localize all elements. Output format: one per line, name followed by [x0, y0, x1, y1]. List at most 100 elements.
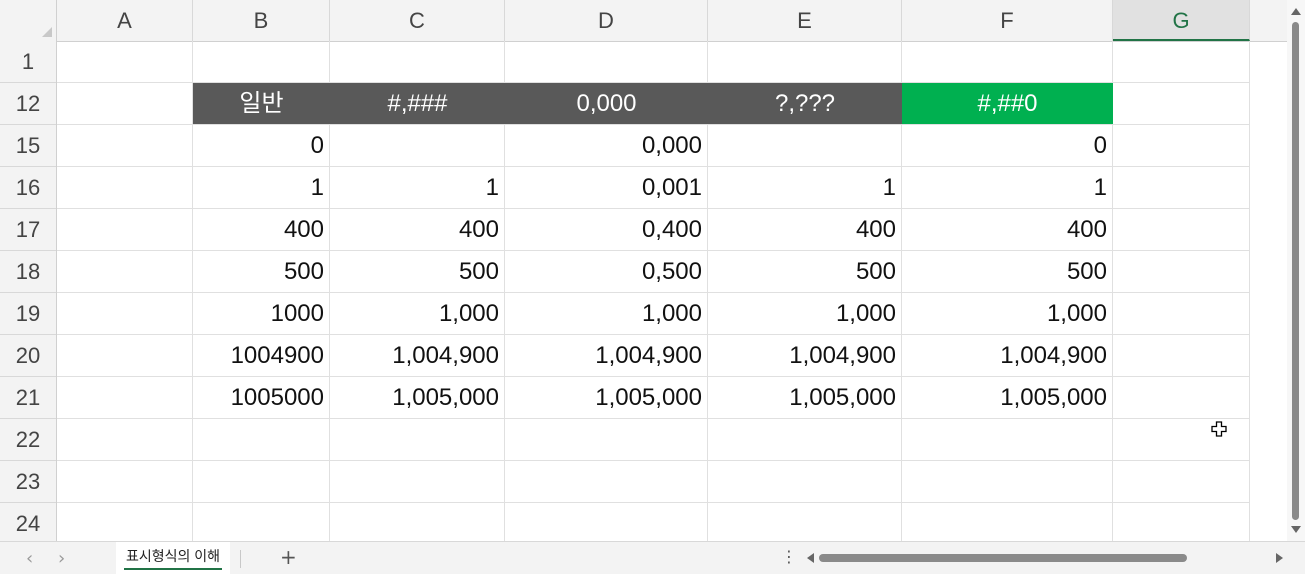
cell-c18[interactable]: 500 [330, 251, 505, 293]
cell-a15[interactable] [57, 125, 193, 167]
cell-d18[interactable]: 0,500 [505, 251, 708, 293]
cell-g19[interactable] [1113, 293, 1250, 335]
cell-c17[interactable]: 400 [330, 209, 505, 251]
cell-a19[interactable] [57, 293, 193, 335]
more-options-icon[interactable]: ⋮ [781, 547, 797, 566]
add-sheet-button[interactable]: + [280, 545, 297, 569]
cell-a17[interactable] [57, 209, 193, 251]
cell-c19[interactable]: 1,000 [330, 293, 505, 335]
cell-g20[interactable] [1113, 335, 1250, 377]
cell-e17[interactable]: 400 [708, 209, 902, 251]
cell-g18[interactable] [1113, 251, 1250, 293]
cell-b23[interactable] [193, 461, 330, 503]
row-header-17[interactable]: 17 [0, 209, 56, 251]
cell-b1[interactable] [193, 41, 330, 83]
cell-d23[interactable] [505, 461, 708, 503]
cell-b20[interactable]: 1004900 [193, 335, 330, 377]
cell-e19[interactable]: 1,000 [708, 293, 902, 335]
sheet-tab-active[interactable]: 표시형식의 이해 [116, 542, 231, 574]
row-header-21[interactable]: 21 [0, 377, 56, 419]
cell-e16[interactable]: 1 [708, 167, 902, 209]
cell-a16[interactable] [57, 167, 193, 209]
cell-a18[interactable] [57, 251, 193, 293]
column-header-f[interactable]: F [902, 0, 1113, 41]
prev-sheet-button[interactable]: ‹ [26, 548, 33, 569]
cell-e23[interactable] [708, 461, 902, 503]
row-header-16[interactable]: 16 [0, 167, 56, 209]
select-all-corner[interactable] [0, 0, 57, 41]
vertical-scrollbar[interactable] [1287, 0, 1305, 541]
cell-d19[interactable]: 1,000 [505, 293, 708, 335]
cell-f16[interactable]: 1 [902, 167, 1113, 209]
row-header-22[interactable]: 22 [0, 419, 56, 461]
cell-b16[interactable]: 1 [193, 167, 330, 209]
cell-g22[interactable] [1113, 419, 1250, 461]
cell-e18[interactable]: 500 [708, 251, 902, 293]
cell-e21[interactable]: 1,005,000 [708, 377, 902, 419]
row-header-20[interactable]: 20 [0, 335, 56, 377]
cell-g24[interactable] [1113, 503, 1250, 541]
cell-f21[interactable]: 1,005,000 [902, 377, 1113, 419]
cell-f23[interactable] [902, 461, 1113, 503]
cell-c1[interactable] [330, 41, 505, 83]
cell-d24[interactable] [505, 503, 708, 541]
cell-f15[interactable]: 0 [902, 125, 1113, 167]
cell-c15[interactable] [330, 125, 505, 167]
cell-b19[interactable]: 1000 [193, 293, 330, 335]
cell-e22[interactable] [708, 419, 902, 461]
row-header-23[interactable]: 23 [0, 461, 56, 503]
cell-g1[interactable] [1113, 41, 1250, 83]
cell-b22[interactable] [193, 419, 330, 461]
row-header-24[interactable]: 24 [0, 503, 56, 541]
cell-e12[interactable]: ?,??? [708, 83, 902, 125]
cell-g23[interactable] [1113, 461, 1250, 503]
cell-d17[interactable]: 0,400 [505, 209, 708, 251]
cell-c23[interactable] [330, 461, 505, 503]
row-header-12[interactable]: 12 [0, 83, 56, 125]
cell-f24[interactable] [902, 503, 1113, 541]
cell-d1[interactable] [505, 41, 708, 83]
cell-d21[interactable]: 1,005,000 [505, 377, 708, 419]
column-header-g[interactable]: G [1113, 0, 1250, 41]
cell-d12[interactable]: 0,000 [505, 83, 708, 125]
vertical-scroll-thumb[interactable] [1292, 22, 1299, 520]
cell-e15[interactable] [708, 125, 902, 167]
spreadsheet-grid[interactable]: ABCDEFG 1 12 15 16 17 18 19 20 21 22 23 24 일반 #,### 0… [0, 0, 1287, 541]
cell-b24[interactable] [193, 503, 330, 541]
cell-g17[interactable] [1113, 209, 1250, 251]
cell-b17[interactable]: 400 [193, 209, 330, 251]
cell-a12[interactable] [57, 83, 193, 125]
column-header-d[interactable]: D [505, 0, 708, 41]
cell-b12[interactable]: 일반 [193, 83, 330, 125]
cell-f20[interactable]: 1,004,900 [902, 335, 1113, 377]
horizontal-scrollbar[interactable] [803, 542, 1287, 574]
row-header-15[interactable]: 15 [0, 125, 56, 167]
cell-f18[interactable]: 500 [902, 251, 1113, 293]
cell-b18[interactable]: 500 [193, 251, 330, 293]
cell-a20[interactable] [57, 335, 193, 377]
scroll-right-icon[interactable] [1276, 553, 1283, 563]
next-sheet-button[interactable]: › [58, 548, 65, 569]
cell-b21[interactable]: 1005000 [193, 377, 330, 419]
cell-a23[interactable] [57, 461, 193, 503]
cell-a1[interactable] [57, 41, 193, 83]
cell-c16[interactable]: 1 [330, 167, 505, 209]
cell-d15[interactable]: 0,000 [505, 125, 708, 167]
cell-c22[interactable] [330, 419, 505, 461]
column-header-e[interactable]: E [708, 0, 902, 41]
column-header-c[interactable]: C [330, 0, 505, 41]
cell-e24[interactable] [708, 503, 902, 541]
scroll-down-icon[interactable] [1291, 526, 1301, 533]
cell-c21[interactable]: 1,005,000 [330, 377, 505, 419]
cell-d20[interactable]: 1,004,900 [505, 335, 708, 377]
scroll-up-icon[interactable] [1291, 8, 1301, 15]
cell-f12[interactable]: #,##0 [902, 83, 1113, 125]
cell-d16[interactable]: 0,001 [505, 167, 708, 209]
cell-f22[interactable] [902, 419, 1113, 461]
row-header-19[interactable]: 19 [0, 293, 56, 335]
cell-c12[interactable]: #,### [330, 83, 505, 125]
cell-f17[interactable]: 400 [902, 209, 1113, 251]
horizontal-scroll-thumb[interactable] [819, 554, 1187, 562]
column-header-b[interactable]: B [193, 0, 330, 41]
column-header-a[interactable]: A [57, 0, 193, 41]
